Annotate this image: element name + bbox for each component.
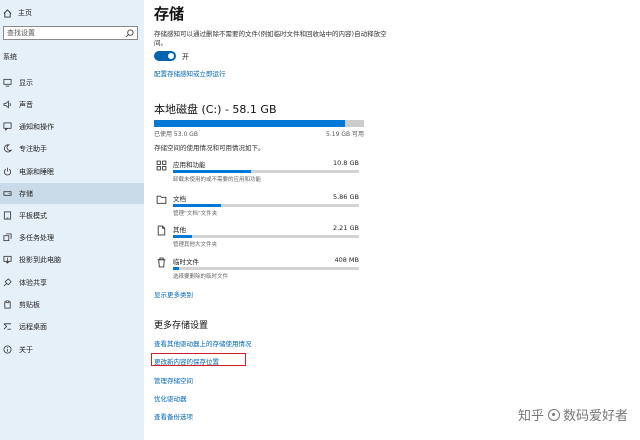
category-name: 其他 <box>173 226 186 234</box>
sidebar-home[interactable]: 主页 <box>3 6 32 20</box>
clipboard-icon <box>4 300 11 309</box>
sidebar-item-notifications[interactable]: 通知和操作 <box>0 116 144 137</box>
power-icon <box>3 167 12 176</box>
notification-icon <box>3 122 12 131</box>
storage-sense-toggle[interactable] <box>154 51 176 61</box>
sidebar-item-multitasking[interactable]: 多任务处理 <box>0 227 144 248</box>
projector-icon <box>3 255 12 264</box>
storage-sense-description: 存储感知可以通过删除不需要的文件(例如临时文件和回收站中的内容)自动释放空间。 <box>154 30 387 47</box>
category-size: 10.8 GB <box>332 159 359 167</box>
configure-storage-sense-link[interactable]: 配置存储感知或立即运行 <box>154 68 226 78</box>
category-bar-fill <box>173 204 222 207</box>
disk-used-text: 已使用 53.0 GB <box>154 131 198 138</box>
sidebar-item-label: 电源和睡眠 <box>19 167 54 176</box>
sidebar-item-about[interactable]: 关于 <box>0 339 144 360</box>
category-bar-fill <box>173 235 192 238</box>
sidebar-item-clipboard[interactable]: 剪贴板 <box>0 294 144 315</box>
other-icon <box>157 225 166 236</box>
sidebar-item-label: 声音 <box>19 100 33 109</box>
storage-settings-page: 存储 存储感知可以通过删除不需要的文件(例如临时文件和回收站中的内容)自动释放空… <box>144 0 640 440</box>
sidebar-item-label: 体验共享 <box>19 278 47 287</box>
watermark-left: 知乎 <box>517 409 544 424</box>
sidebar-item-label: 存储 <box>19 189 33 198</box>
monitor-icon <box>3 78 12 87</box>
disk-free-text: 5.19 GB 可用 <box>326 131 364 138</box>
info-icon <box>3 345 12 354</box>
multitask-icon <box>3 233 12 242</box>
watermark: 知乎 数码爱好者 <box>518 405 628 424</box>
remote-icon <box>3 323 12 330</box>
category-apps[interactable]: 应用和功能 10.8 GB 卸载未使用的或不需要的应用和功能 <box>154 158 364 186</box>
tablet-icon <box>3 211 12 220</box>
category-bar <box>173 170 359 173</box>
sidebar-item-shared-experiences[interactable]: 体验共享 <box>0 272 144 293</box>
other-drives-usage-link[interactable]: 查看其他驱动器上的存储使用情况 <box>154 338 252 348</box>
backup-options-link[interactable]: 查看备份选项 <box>154 411 193 421</box>
category-documents[interactable]: 文档 5.86 GB 管理“文档”文件夹 <box>154 192 364 220</box>
search-input[interactable]: 查找设置 <box>3 26 138 40</box>
sidebar-item-label: 专注助手 <box>19 144 47 153</box>
category-bar <box>173 204 359 207</box>
toggle-state-label: 开 <box>182 53 189 61</box>
more-storage-settings-title: 更多存储设置 <box>154 321 209 331</box>
document-icon <box>156 195 167 204</box>
home-icon <box>3 8 12 18</box>
speaker-icon <box>3 100 11 109</box>
manage-storage-spaces-link[interactable]: 管理存储空间 <box>154 375 193 385</box>
category-temp-files[interactable]: 临时文件 408 MB 选择要删除的临时文件 <box>154 255 364 283</box>
sidebar-item-label: 关于 <box>19 345 33 354</box>
category-subtitle: 选择要删除的临时文件 <box>173 274 229 280</box>
category-name: 文档 <box>173 195 186 203</box>
disk-title: 本地磁盘 (C:) - 58.1 GB <box>154 103 277 116</box>
storage-icon <box>3 191 12 196</box>
apps-icon <box>156 160 167 171</box>
sidebar-item-tablet-mode[interactable]: 平板模式 <box>0 205 144 226</box>
sidebar-item-label: 远程桌面 <box>19 322 47 331</box>
optimize-drives-link[interactable]: 优化驱动器 <box>154 393 187 403</box>
disk-usage-bar <box>154 120 364 127</box>
category-name: 应用和功能 <box>173 161 206 169</box>
watermark-right: 数码爱好者 <box>562 409 628 424</box>
category-name: 临时文件 <box>173 258 199 266</box>
settings-sidebar: 主页 查找设置 系统 显示 声音 通知和操作 专注助手 电源和睡眠 存储 平板模… <box>0 0 144 440</box>
category-subtitle: 卸载未使用的或不需要的应用和功能 <box>173 177 262 183</box>
sidebar-item-label: 平板模式 <box>19 211 47 220</box>
category-bar <box>173 267 359 270</box>
category-subtitle: 管理其他大文件夹 <box>173 242 218 248</box>
disk-usage-fill <box>154 120 346 127</box>
category-other[interactable]: 其他 2.21 GB 管理其他大文件夹 <box>154 223 364 251</box>
category-bar-fill <box>173 267 179 270</box>
sidebar-item-sound[interactable]: 声音 <box>0 94 144 115</box>
sidebar-item-storage[interactable]: 存储 <box>0 183 144 204</box>
sidebar-home-label: 主页 <box>18 9 32 17</box>
show-more-categories-link[interactable]: 显示更多类别 <box>154 289 193 299</box>
sidebar-item-label: 投影到此电脑 <box>19 255 61 264</box>
category-bar <box>173 235 359 238</box>
page-title: 存储 <box>154 5 185 23</box>
highlight-box <box>151 353 246 366</box>
category-subtitle: 管理“文档”文件夹 <box>173 211 218 217</box>
sidebar-item-focus-assist[interactable]: 专注助手 <box>0 138 144 159</box>
sidebar-item-power[interactable]: 电源和睡眠 <box>0 161 144 182</box>
category-size: 5.86 GB <box>332 193 359 201</box>
sidebar-item-display[interactable]: 显示 <box>0 72 144 93</box>
category-bar-fill <box>173 170 252 173</box>
sidebar-item-label: 多任务处理 <box>19 233 54 242</box>
moon-icon <box>4 144 12 153</box>
sidebar-item-remote-desktop[interactable]: 远程桌面 <box>0 316 144 337</box>
sidebar-item-label: 剪贴板 <box>19 300 40 309</box>
sidebar-item-project[interactable]: 投影到此电脑 <box>0 249 144 270</box>
category-size: 408 MB <box>334 256 359 264</box>
sidebar-item-label: 通知和操作 <box>19 122 54 131</box>
category-size: 2.21 GB <box>332 224 359 232</box>
zhihu-user-icon <box>547 408 560 421</box>
sidebar-item-label: 显示 <box>19 78 33 87</box>
search-icon <box>125 29 134 38</box>
trash-icon <box>157 257 166 268</box>
share-icon <box>3 278 12 287</box>
search-placeholder: 查找设置 <box>7 29 35 37</box>
sidebar-section-title: 系统 <box>3 53 17 61</box>
categories-description: 存储空间的使用情况和可用情况如下。 <box>154 144 265 152</box>
